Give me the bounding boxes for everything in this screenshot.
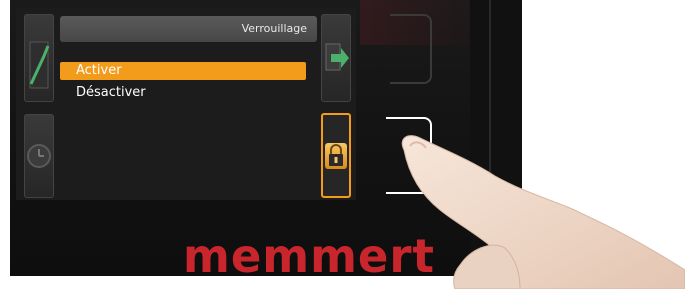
export-icon (325, 43, 349, 71)
menu-item-activer[interactable]: Activer (60, 62, 306, 80)
panel-divider (489, 0, 491, 276)
device-control-panel: Verrouillage Activer Désactiver memmert (0, 0, 685, 289)
clock-icon (27, 144, 51, 168)
menu-header: Verrouillage (60, 16, 317, 42)
clock-tile[interactable] (24, 114, 54, 198)
menu-item-desactiver[interactable]: Désactiver (60, 84, 306, 102)
ramp-tile[interactable] (24, 14, 54, 102)
export-tile[interactable] (321, 14, 351, 102)
lock-tile[interactable] (321, 113, 351, 198)
lock-icon (325, 143, 347, 169)
frame-outline-upper (390, 14, 432, 84)
panel-bezel (470, 0, 522, 276)
svg-text:memmert: memmert (183, 232, 435, 276)
frame-outline-lower (386, 117, 432, 194)
ramp-icon (29, 41, 50, 89)
memmert-logo: memmert (183, 232, 435, 276)
